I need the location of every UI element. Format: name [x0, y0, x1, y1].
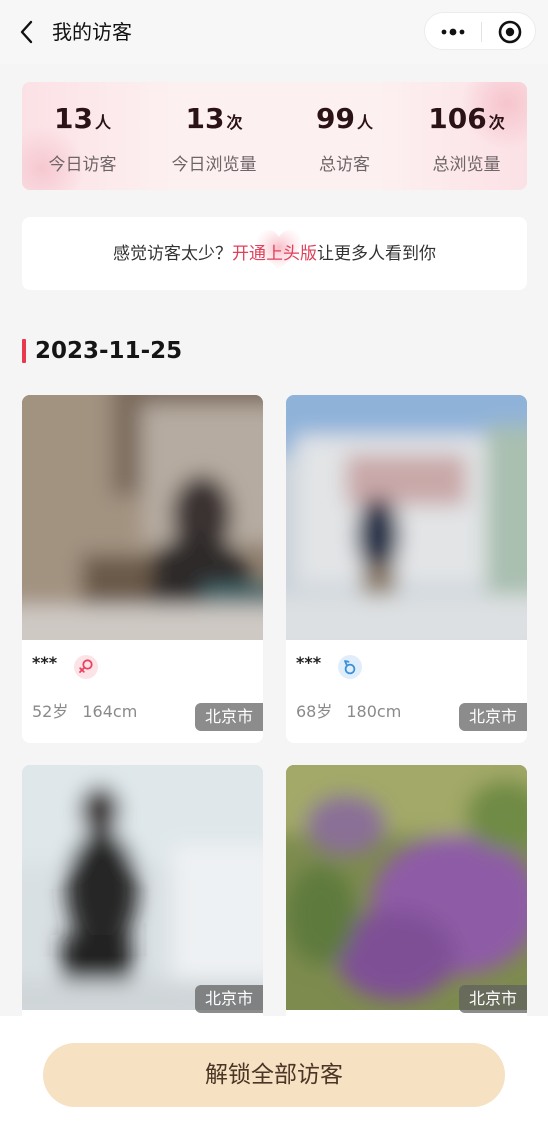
date-accent-bar: [22, 339, 26, 363]
stat-total-visitors: 99 人 总访客: [292, 82, 397, 190]
visitor-photo: [22, 395, 263, 640]
promo-suffix: 让更多人看到你: [317, 244, 436, 264]
visitor-info: 68岁 180cm: [296, 698, 401, 722]
visitor-card[interactable]: 北京市 *** 68岁 180cm: [286, 395, 527, 743]
stat-today-visitors: 13 人 今日访客: [30, 82, 135, 190]
stat-unit: 人: [356, 113, 373, 132]
visitor-age: 52岁: [32, 702, 69, 721]
stat-unit: 次: [226, 113, 243, 132]
target-icon[interactable]: [497, 19, 523, 45]
capsule-divider: [481, 22, 482, 42]
stat-value: 13: [185, 102, 225, 135]
stat-total-views: 106 次 总浏览量: [414, 82, 519, 190]
date-heading: 2023-11-25: [35, 338, 183, 364]
visitor-photo: [22, 765, 263, 1010]
more-dots-icon[interactable]: [439, 22, 467, 42]
nav-bar: 我的访客: [0, 0, 548, 64]
promo-text: 感觉访客太少？开通上头版让更多人看到你: [22, 241, 527, 267]
stat-label: 今日访客: [48, 155, 117, 175]
visitor-height: 180cm: [346, 702, 402, 721]
visitor-height: 164cm: [82, 702, 138, 721]
visitor-card[interactable]: 北京市: [286, 765, 527, 1025]
visitor-photo: [286, 395, 527, 640]
male-icon: [338, 655, 362, 679]
stat-label: 总访客: [319, 155, 370, 175]
stat-value: 99: [316, 102, 355, 135]
bottom-action-bar: 解锁全部访客: [0, 1016, 548, 1133]
city-badge: 北京市: [194, 703, 263, 731]
stat-unit: 人: [94, 113, 111, 132]
female-icon: [74, 655, 98, 679]
promo-banner[interactable]: 感觉访客太少？开通上头版让更多人看到你: [22, 217, 527, 290]
visitor-card[interactable]: 北京市 *** 52岁 164cm: [22, 395, 263, 743]
stat-value: 13: [54, 102, 93, 135]
visitor-name: ***: [296, 653, 322, 672]
promo-prefix: 感觉访客太少？: [113, 244, 232, 264]
visitor-age: 68岁: [296, 702, 333, 721]
visitor-photo: [286, 765, 527, 1010]
stat-label: 总浏览量: [432, 155, 501, 175]
city-badge: 北京市: [458, 703, 527, 731]
stat-label: 今日浏览量: [171, 155, 257, 175]
visitor-card[interactable]: 北京市: [22, 765, 263, 1025]
city-badge: 北京市: [194, 985, 263, 1013]
stat-today-views: 13 次 今日浏览量: [159, 82, 269, 190]
visitor-info: 52岁 164cm: [32, 698, 137, 722]
chevron-left-icon[interactable]: [14, 17, 40, 47]
stat-unit: 次: [488, 113, 505, 132]
stat-value: 106: [428, 102, 487, 135]
unlock-all-visitors-button[interactable]: 解锁全部访客: [43, 1043, 505, 1107]
city-badge: 北京市: [458, 985, 527, 1013]
upgrade-link[interactable]: 开通上头版: [232, 244, 317, 264]
visitor-stats-card: 13 人 今日访客 13 次 今日浏览量 99 人 总访客 106 次 总浏览量: [22, 82, 527, 190]
visitor-name: ***: [32, 653, 58, 672]
mini-program-capsule: [424, 12, 536, 50]
page-title: 我的访客: [52, 20, 132, 44]
